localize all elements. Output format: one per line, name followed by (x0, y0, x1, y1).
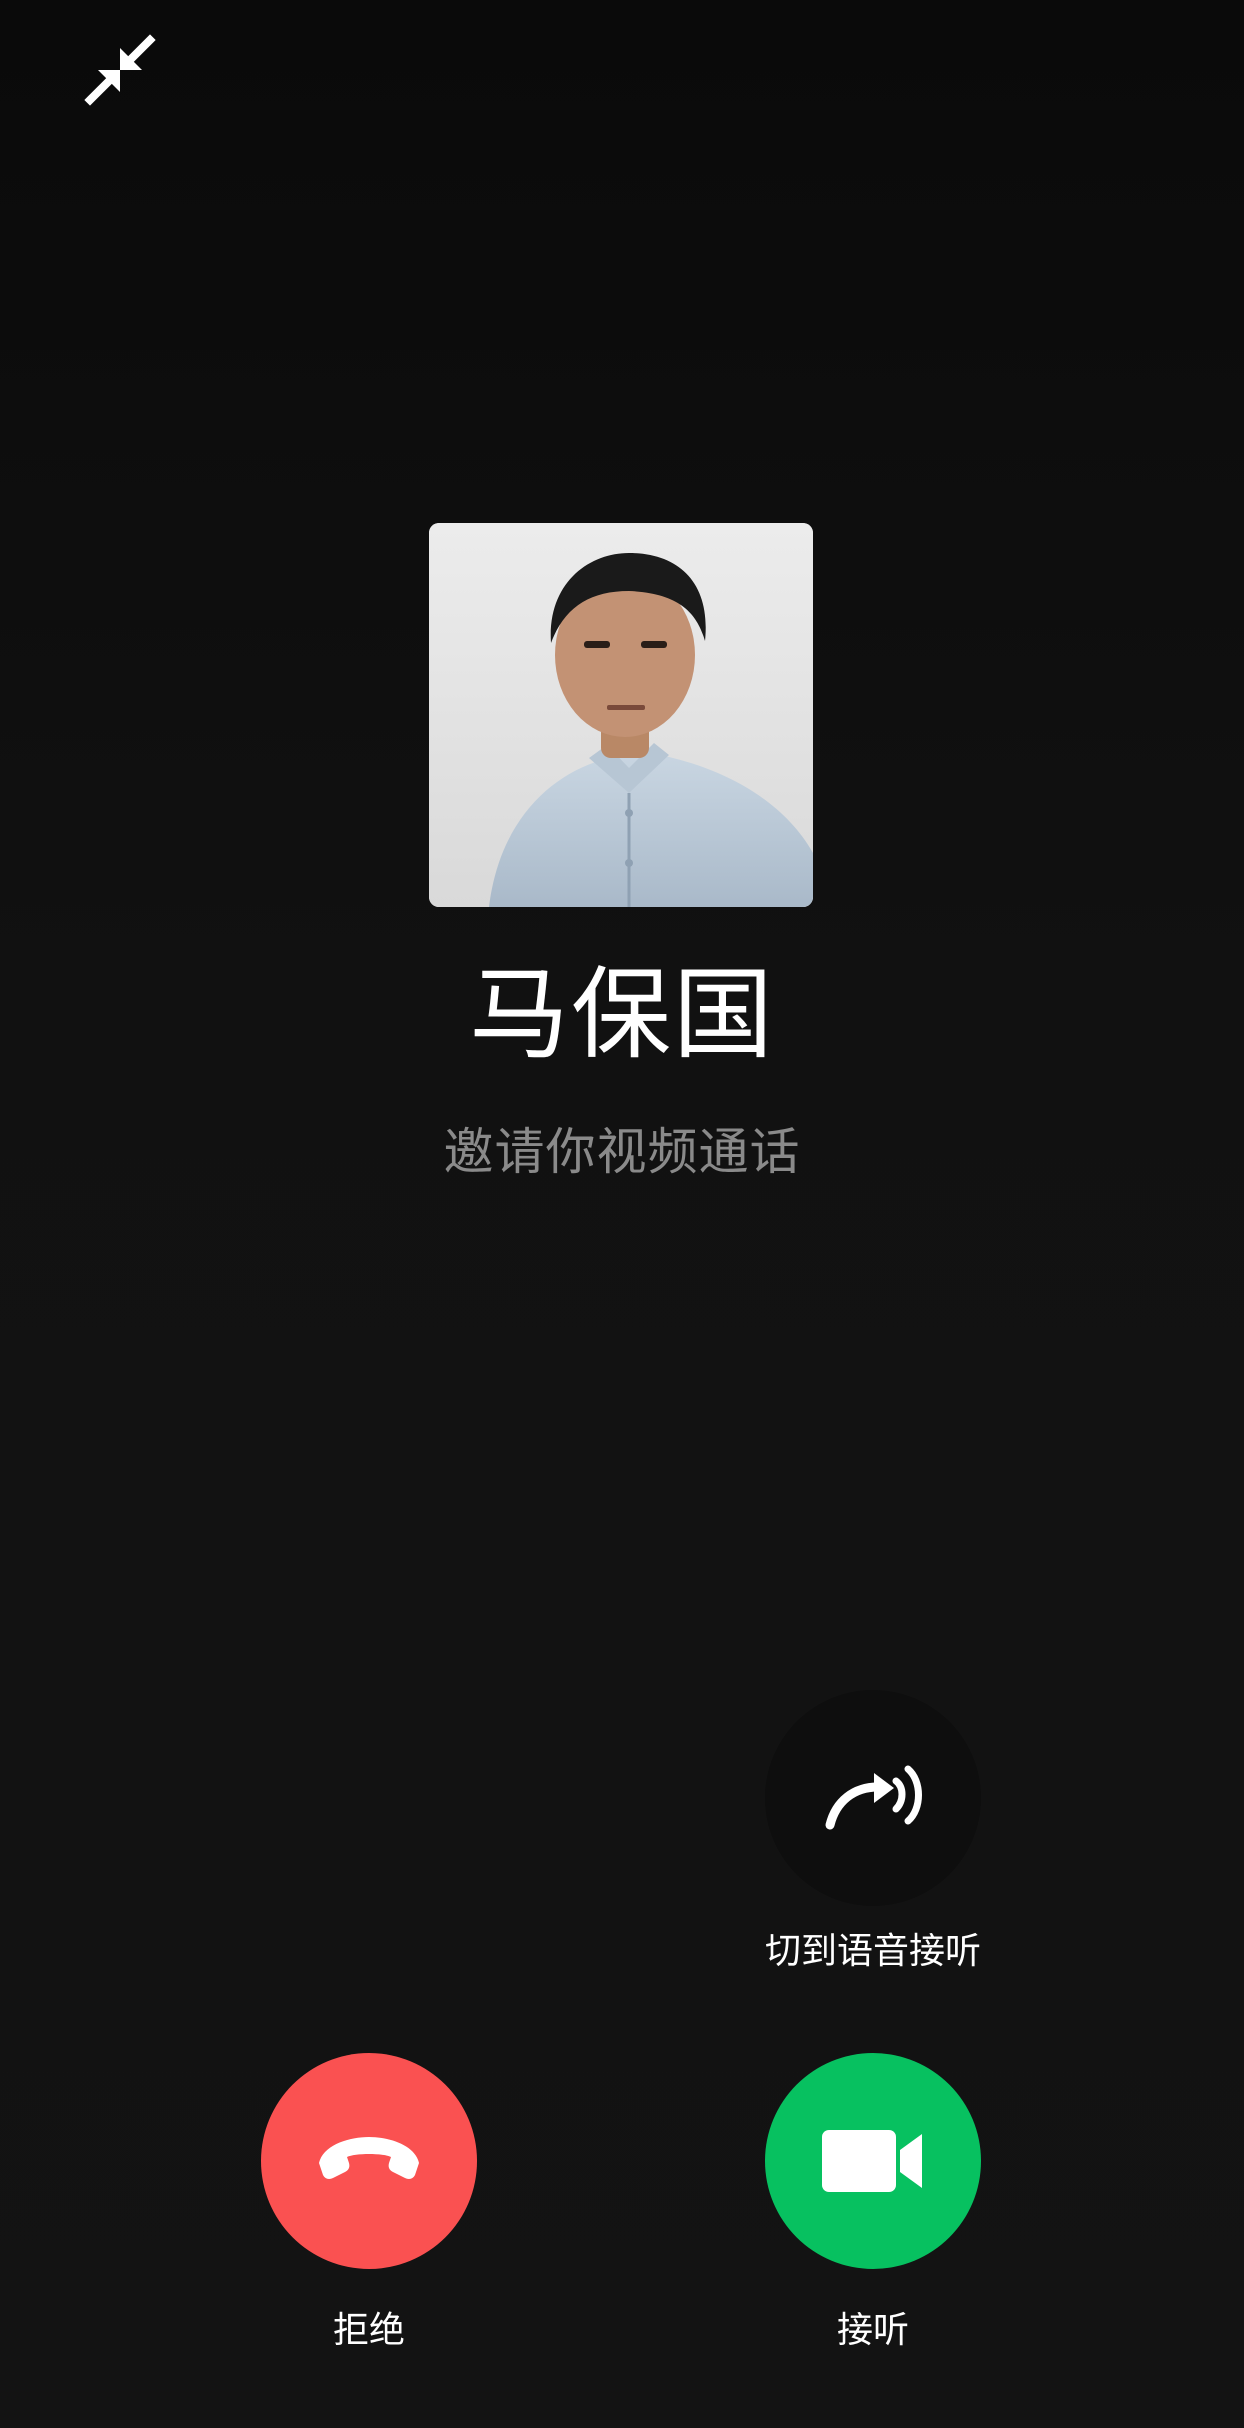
hang-up-phone-icon (319, 2137, 419, 2179)
switch-to-voice-label: 切到语音接听 (764, 1931, 981, 1972)
switch-to-voice-button[interactable] (765, 1690, 981, 1906)
switch-to-voice-action: 切到语音接听 (723, 1690, 1023, 1974)
minimize-arrows-icon (84, 34, 156, 106)
accept-label: 接听 (836, 2310, 909, 2351)
decline-action: 拒绝 (219, 2053, 519, 2353)
decline-label: 拒绝 (332, 2310, 405, 2351)
incoming-video-call-screen: 马保国 邀请你视频通话 切到语音接听 拒绝 接听 (0, 0, 1244, 2428)
avatar-photo (429, 523, 813, 907)
minimize-button[interactable] (72, 22, 168, 118)
accept-button[interactable] (765, 2053, 981, 2269)
decline-button[interactable] (261, 2053, 477, 2269)
voice-switch-icon (825, 1765, 922, 1830)
video-camera-icon (822, 2130, 922, 2192)
call-status-text: 邀请你视频通话 (443, 1123, 801, 1181)
caller-avatar (429, 523, 813, 907)
accept-action: 接听 (723, 2053, 1023, 2353)
caller-name: 马保国 (469, 956, 775, 1073)
